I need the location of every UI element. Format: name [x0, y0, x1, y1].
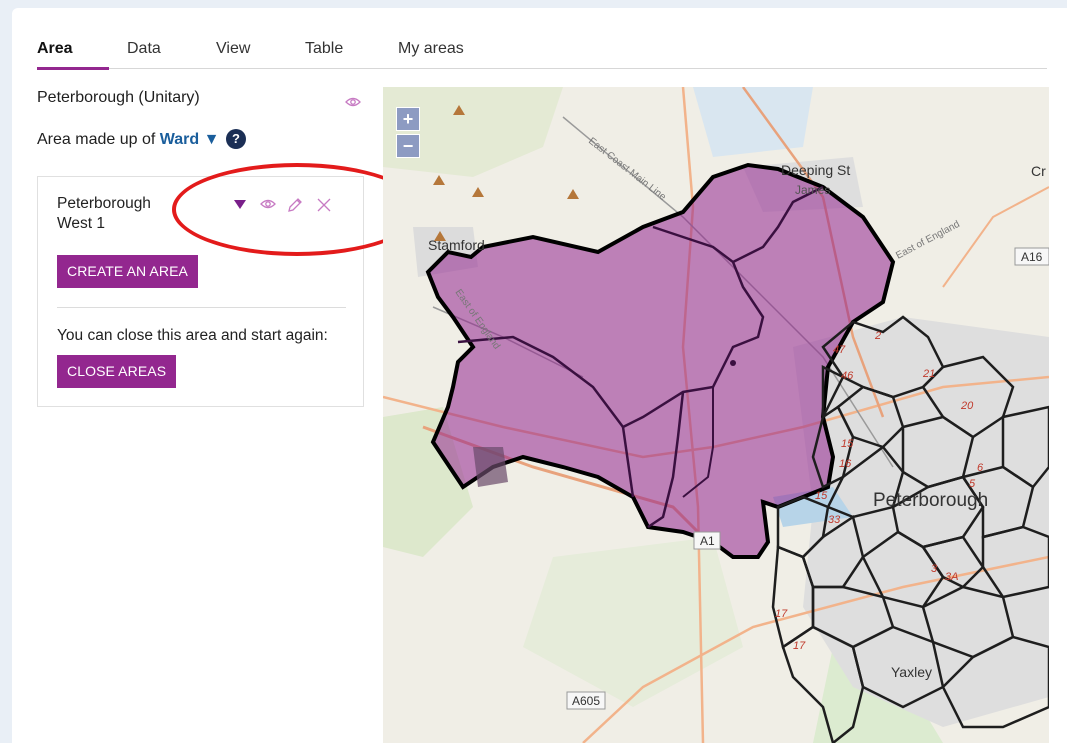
caret-down-icon[interactable]: [234, 197, 246, 211]
area-type-dropdown[interactable]: Ward ▼: [160, 131, 220, 148]
zoom-in-button[interactable]: +: [396, 107, 420, 131]
ward-number: 3A: [945, 571, 958, 583]
tab-area[interactable]: Area: [37, 38, 73, 68]
area-type-value: Ward: [159, 131, 200, 148]
ward-number: 16: [839, 458, 852, 470]
create-area-button[interactable]: CREATE AN AREA: [57, 255, 198, 288]
map-view[interactable]: Deeping St James Stamford Peterborough Y…: [383, 87, 1049, 743]
ward-number: 5: [969, 478, 976, 490]
close-instructions: You can close this area and start again:: [57, 327, 328, 344]
road-label: A1: [700, 534, 715, 548]
ward-number: 17: [775, 608, 788, 620]
area-card: Peterborough West 1 CREATE AN AREA You c…: [37, 176, 364, 407]
tab-table[interactable]: Table: [305, 38, 343, 68]
map-place-label: Yaxley: [891, 664, 932, 680]
road-label: A16: [1021, 250, 1043, 264]
active-tab-indicator: [37, 67, 109, 70]
map-place-label: James: [795, 183, 830, 197]
area-composition-label: Area made up of: [37, 131, 156, 148]
tab-view[interactable]: View: [216, 38, 250, 68]
map-place-label: Peterborough: [873, 490, 988, 511]
close-areas-button[interactable]: CLOSE AREAS: [57, 355, 177, 388]
ward-number: 47: [833, 344, 846, 356]
ward-number: 15: [841, 438, 854, 450]
ward-number: 2: [874, 330, 881, 342]
tab-bar: Area Data View Table My areas: [37, 38, 1047, 69]
road-label: A605: [572, 694, 600, 708]
ward-number: 15: [815, 490, 828, 502]
card-divider: [57, 307, 346, 308]
ward-number: 33: [828, 514, 841, 526]
pencil-icon[interactable]: [287, 197, 303, 213]
eye-icon[interactable]: [260, 197, 276, 211]
eye-icon[interactable]: [345, 96, 361, 108]
ward-number: 21: [922, 368, 935, 380]
map-woodland: [473, 447, 508, 487]
map-water: [693, 87, 813, 157]
map-place-label: Cr: [1031, 163, 1046, 179]
area-composition: Area made up of Ward ▼: [37, 131, 219, 149]
ward-number: 17: [793, 640, 806, 652]
tab-data[interactable]: Data: [127, 38, 161, 68]
ward-number: 20: [960, 400, 974, 412]
area-title: Peterborough (Unitary): [37, 89, 200, 106]
tab-my-areas[interactable]: My areas: [398, 38, 464, 68]
ward-number: 46: [841, 370, 854, 382]
map-canvas[interactable]: Deeping St James Stamford Peterborough Y…: [383, 87, 1049, 743]
map-place-label: Deeping St: [781, 162, 850, 178]
help-icon[interactable]: ?: [226, 129, 246, 149]
zoom-out-button[interactable]: −: [396, 134, 420, 158]
close-icon[interactable]: [316, 197, 332, 213]
area-name: Peterborough West 1: [57, 195, 151, 232]
ward-number: 3: [931, 563, 938, 575]
ward-number: 6: [977, 462, 984, 474]
map-marker: [730, 360, 736, 366]
